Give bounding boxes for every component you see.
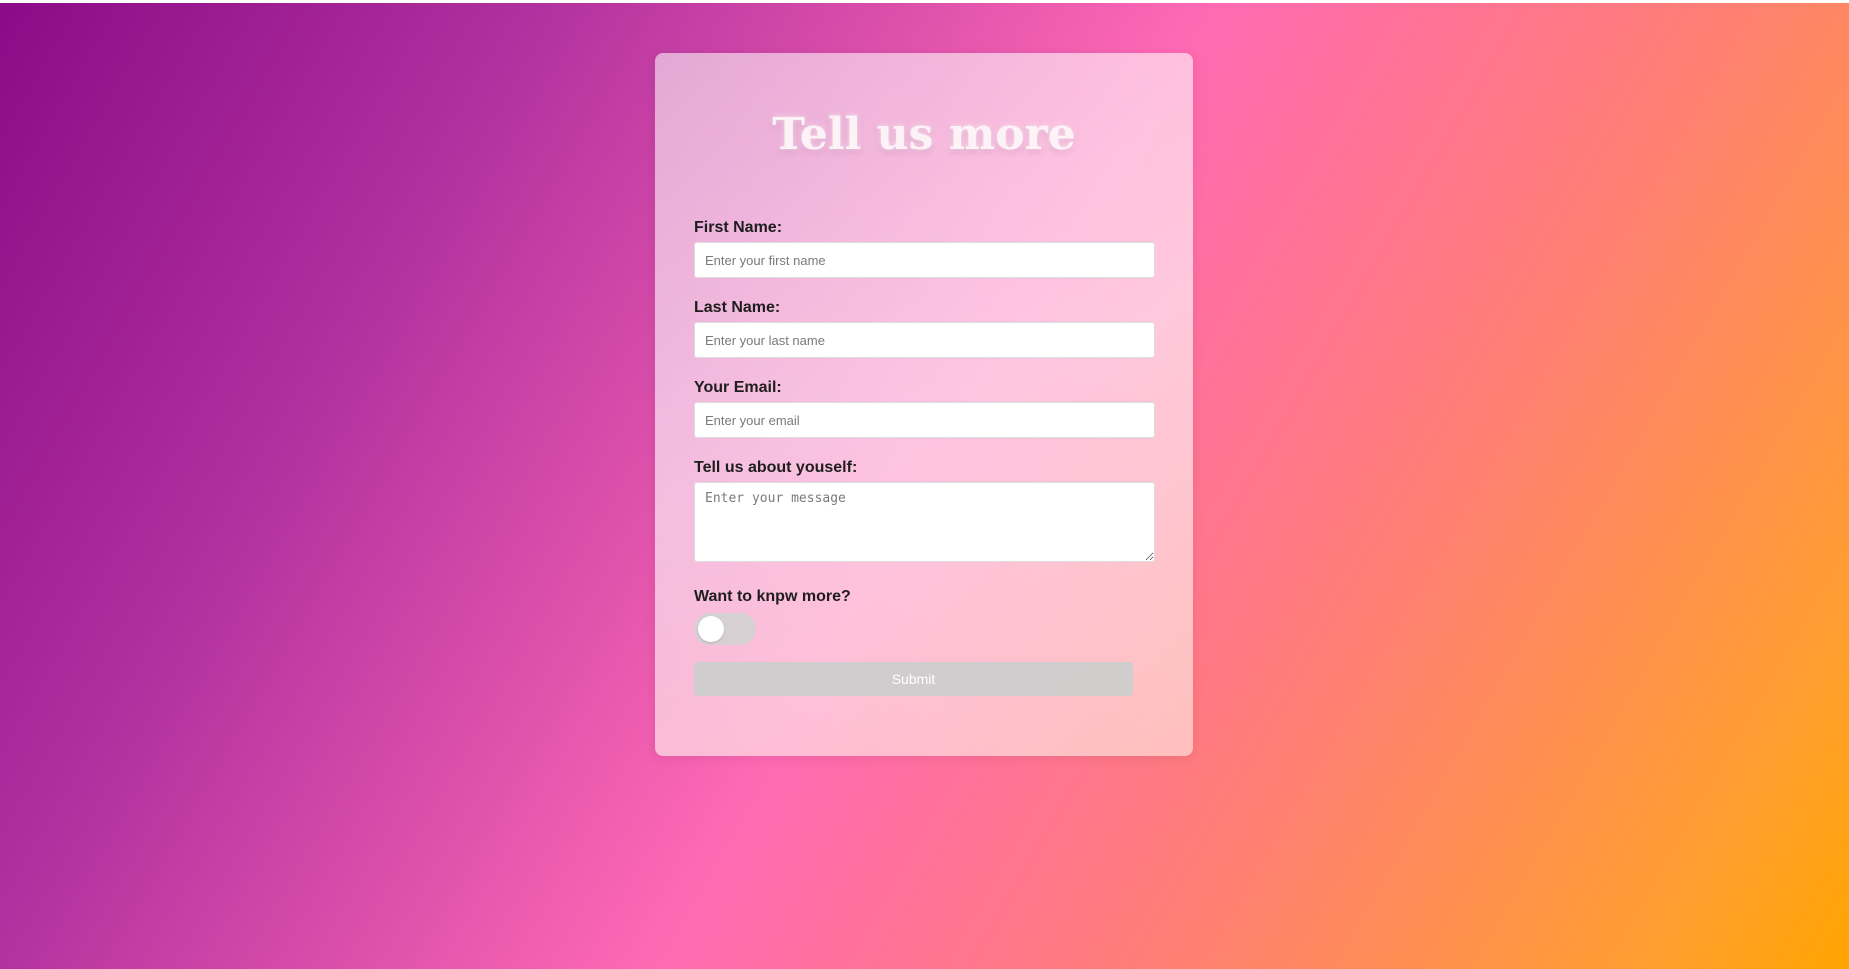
know-more-toggle[interactable]	[694, 613, 756, 645]
form-card: Tell us more First Name: Last Name: Your…	[655, 53, 1193, 756]
about-group: Tell us about youself:	[694, 458, 1155, 562]
email-input[interactable]	[694, 402, 1155, 438]
form-title: Tell us more	[772, 109, 1076, 160]
last-name-label: Last Name:	[694, 299, 781, 316]
first-name-group: First Name:	[694, 218, 1155, 278]
about-textarea[interactable]	[694, 482, 1155, 562]
top-edge-strip	[0, 0, 1849, 3]
email-group: Your Email:	[694, 378, 1155, 438]
email-label: Your Email:	[694, 379, 782, 396]
know-more-group: Want to knpw more?	[694, 587, 1155, 645]
first-name-label: First Name:	[694, 219, 783, 236]
last-name-group: Last Name:	[694, 298, 1155, 358]
first-name-input[interactable]	[694, 242, 1155, 278]
submit-button[interactable]: Submit	[694, 662, 1133, 696]
toggle-knob	[698, 616, 724, 642]
about-label: Tell us about youself:	[694, 459, 858, 476]
last-name-input[interactable]	[694, 322, 1155, 358]
know-more-label: Want to knpw more?	[694, 588, 851, 605]
